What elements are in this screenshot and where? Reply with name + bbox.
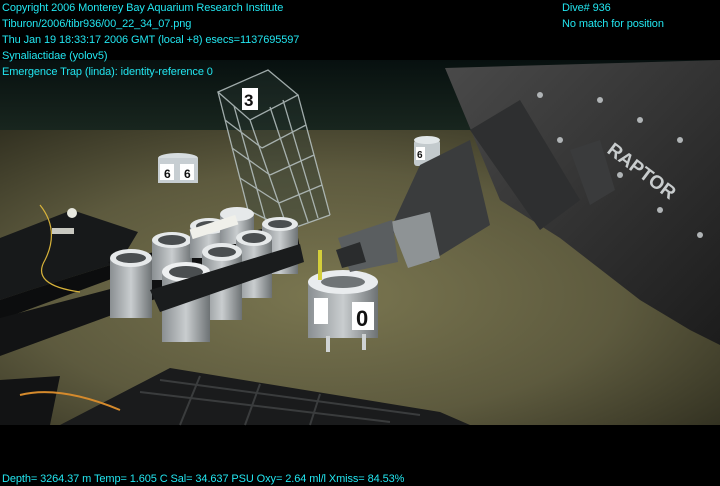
left-marker-buoy: 6 6 [158, 153, 198, 183]
left-buoy-number: 6 [164, 167, 171, 181]
left-buoy-number-2: 6 [184, 167, 191, 181]
dive-info: Dive# 936 No match for position [562, 0, 664, 32]
detection-label: Synaliactidae (yolov5) [2, 50, 108, 62]
dive-number: Dive# 936 [562, 2, 611, 14]
right-buoy-number: 6 [417, 150, 423, 161]
position-status: No match for position [562, 18, 664, 30]
trap-number: 0 [356, 306, 368, 331]
copyright-line: Copyright 2006 Monterey Bay Aquarium Res… [2, 2, 284, 14]
video-frame: 6 6 6 3 0 RAPTOR Copyright 2006 Monterey… [0, 0, 720, 486]
image-path-line: Tiburon/2006/tibr936/00_22_34_07.png [2, 18, 192, 30]
timestamp-line: Thu Jan 19 18:33:17 2006 GMT (local +8) … [2, 34, 300, 46]
sensor-readout: Depth= 3264.37 m Temp= 1.605 C Sal= 34.6… [2, 473, 405, 485]
cage-number: 3 [244, 91, 253, 110]
trap-label: Emergence Trap (linda): identity-referen… [2, 66, 213, 78]
telemetry-header: Copyright 2006 Monterey Bay Aquarium Res… [2, 0, 299, 80]
